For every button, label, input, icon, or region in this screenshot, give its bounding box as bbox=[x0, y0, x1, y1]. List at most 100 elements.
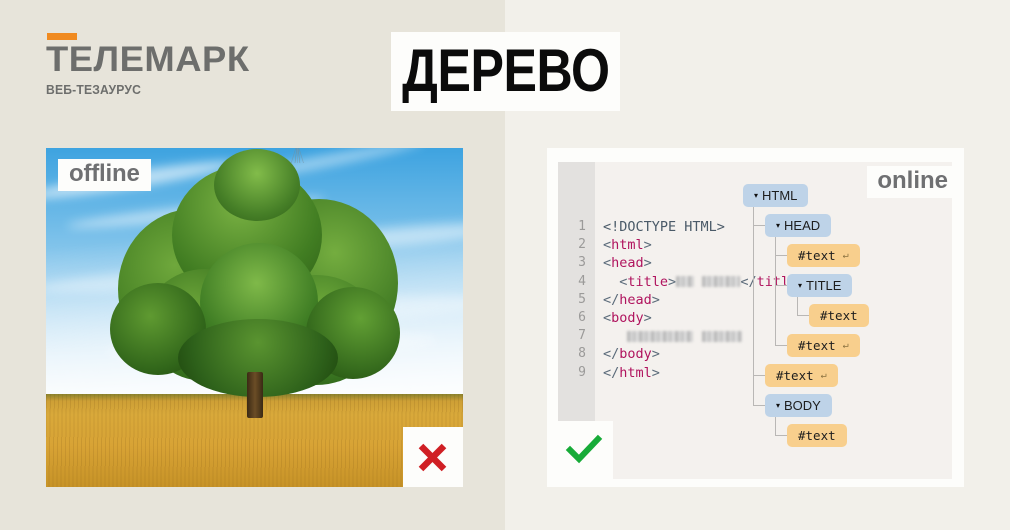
code-token: html bbox=[619, 364, 652, 381]
line-number: 8 bbox=[578, 346, 586, 362]
dom-node-text[interactable]: #text ↵ bbox=[765, 364, 838, 387]
site-logo[interactable]: ТЕЛЕМАРК ВЕБ-ТЕЗАУРУС bbox=[46, 33, 306, 97]
tree-trunk bbox=[246, 371, 263, 418]
dom-node-label: #text bbox=[798, 338, 836, 353]
dom-node-label: TITLE bbox=[806, 278, 842, 293]
check-icon bbox=[565, 434, 603, 464]
offline-badge-label: offline bbox=[69, 160, 140, 187]
tree-connector bbox=[753, 405, 765, 406]
dom-node-label: #text bbox=[798, 248, 836, 263]
dom-tree[interactable]: ▾ HTML ▾ HEAD #text ↵ ▾ TITLE #text #text ↵ #text ↵ ▾… bbox=[743, 184, 952, 474]
dom-node-label: BODY bbox=[784, 398, 821, 413]
tree-photo bbox=[109, 148, 400, 418]
line-number: 6 bbox=[578, 309, 586, 325]
dom-node-label: HTML bbox=[762, 188, 798, 203]
chevron-down-icon[interactable]: ▾ bbox=[798, 281, 802, 290]
code-text: </body> bbox=[595, 345, 660, 363]
code-token: > bbox=[643, 255, 652, 272]
tree-connector bbox=[775, 345, 787, 346]
tree-connector bbox=[753, 225, 765, 226]
tree-connector bbox=[753, 375, 765, 376]
code-token: head bbox=[611, 255, 644, 272]
code-text: </head> bbox=[595, 291, 660, 309]
page-title-box: ДЕРЕВО bbox=[391, 32, 620, 111]
dom-node-element[interactable]: ▾ HTML bbox=[743, 184, 809, 207]
offline-badge: offline bbox=[58, 159, 151, 192]
code-text: <html> bbox=[595, 236, 652, 254]
line-number: 7 bbox=[578, 328, 586, 344]
dom-node-text[interactable]: #text bbox=[809, 304, 869, 327]
code-text: <head> bbox=[595, 254, 652, 272]
line-number: 2 bbox=[578, 237, 586, 253]
return-marker-icon: ↵ bbox=[842, 250, 849, 261]
online-badge: online bbox=[867, 166, 956, 199]
dom-node-text[interactable]: #text ↵ bbox=[787, 334, 860, 357]
code-token: title bbox=[627, 273, 669, 290]
code-token: </ bbox=[603, 291, 620, 308]
code-token: > bbox=[643, 309, 652, 326]
code-token: < bbox=[603, 237, 612, 254]
browser-devtools-view: 1 <!DOCTYPE HTML> 2 <html> 3 <head> 4 <title> … bbox=[558, 162, 952, 479]
online-status-box bbox=[555, 421, 613, 479]
code-token: head bbox=[619, 291, 652, 308]
return-marker-icon: ↵ bbox=[842, 340, 849, 351]
tree-connector bbox=[775, 435, 787, 436]
line-number: 4 bbox=[578, 273, 586, 289]
code-text bbox=[595, 327, 742, 345]
redacted-text bbox=[702, 276, 741, 288]
tree-connector bbox=[753, 207, 754, 405]
line-number: 1 bbox=[578, 219, 586, 234]
code-token: </ bbox=[603, 364, 620, 381]
logo-title: ТЕЛЕМАРК bbox=[46, 40, 250, 79]
dom-node-element[interactable]: ▾ HEAD bbox=[765, 214, 832, 237]
code-token: < bbox=[603, 255, 612, 272]
code-token: > bbox=[651, 346, 660, 363]
return-marker-icon: ↵ bbox=[820, 370, 827, 381]
logo-accent-bar bbox=[47, 33, 77, 40]
code-token: > bbox=[668, 273, 677, 290]
dom-node-label: #text bbox=[798, 428, 836, 443]
offline-panel: offline bbox=[46, 148, 463, 487]
code-token: > bbox=[651, 364, 660, 381]
code-token: <!DOCTYPE HTML> bbox=[603, 219, 725, 235]
code-token: > bbox=[651, 291, 660, 308]
line-number: 5 bbox=[578, 291, 586, 307]
redacted-text bbox=[676, 276, 695, 288]
line-number: 9 bbox=[578, 364, 586, 380]
tree-connector bbox=[775, 237, 776, 345]
code-token: </ bbox=[603, 346, 620, 363]
dom-node-element[interactable]: ▾ BODY bbox=[765, 394, 832, 417]
tree-connector bbox=[775, 285, 787, 286]
dom-node-text[interactable]: #text bbox=[787, 424, 847, 447]
dom-node-label: #text bbox=[820, 308, 858, 323]
chevron-down-icon[interactable]: ▾ bbox=[754, 191, 758, 200]
redacted-text bbox=[627, 330, 694, 342]
dom-node-label: HEAD bbox=[784, 218, 821, 233]
code-text: <!DOCTYPE HTML> bbox=[595, 218, 725, 236]
cross-icon bbox=[418, 443, 447, 472]
dom-node-element[interactable]: ▾ TITLE bbox=[787, 274, 853, 297]
chevron-down-icon[interactable]: ▾ bbox=[776, 401, 780, 410]
tree-connector bbox=[797, 297, 798, 315]
chevron-down-icon[interactable]: ▾ bbox=[776, 221, 780, 230]
dom-node-text[interactable]: #text ↵ bbox=[787, 244, 860, 267]
page-title: ДЕРЕВО bbox=[401, 37, 610, 105]
code-token: > bbox=[643, 237, 652, 254]
code-token: < bbox=[603, 309, 612, 326]
tree-connector bbox=[797, 315, 809, 316]
code-token: body bbox=[619, 346, 652, 363]
line-number: 3 bbox=[578, 255, 586, 271]
code-text: </html> bbox=[595, 364, 660, 382]
tree-connector bbox=[775, 417, 776, 435]
code-token: < bbox=[603, 273, 628, 290]
online-badge-label: online bbox=[877, 167, 948, 194]
code-token: html bbox=[611, 237, 644, 254]
redacted-text bbox=[701, 330, 742, 342]
code-text: <body> bbox=[595, 309, 652, 327]
code-token: body bbox=[611, 309, 644, 326]
online-panel: 1 <!DOCTYPE HTML> 2 <html> 3 <head> 4 <title> … bbox=[547, 148, 964, 487]
dom-node-label: #text bbox=[776, 368, 814, 383]
